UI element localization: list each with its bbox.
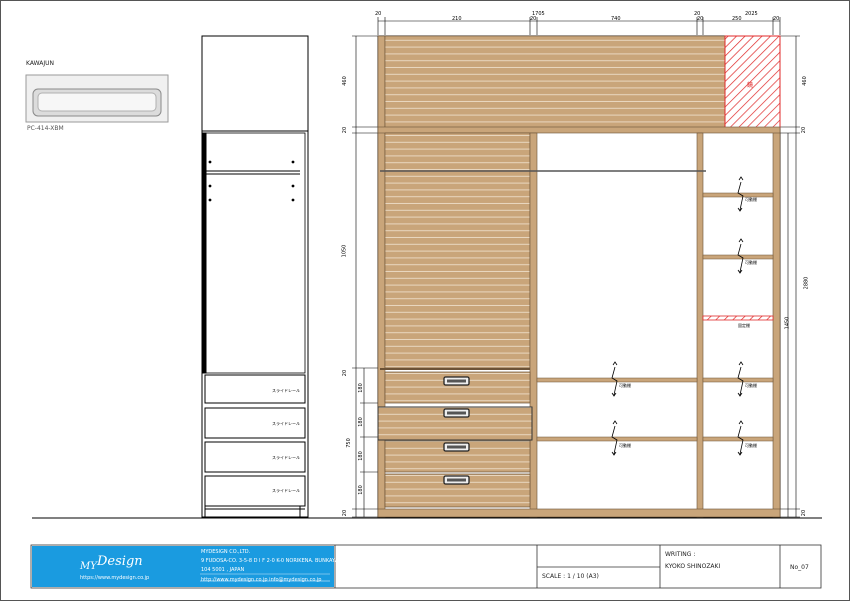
movable-label-6: 可動棚 <box>619 443 631 448</box>
dim-right-3: 1450 <box>784 316 791 330</box>
company-web[interactable]: http://www.mydesign.co.jp info@mydesign.… <box>201 576 321 585</box>
pull-handle-sample <box>25 74 169 123</box>
slide-rail-label-1: スライドレール <box>272 388 300 393</box>
shelf-pin-holes <box>208 160 295 202</box>
dim-top-4: 20 <box>530 16 537 22</box>
dim-right-2: 2880 <box>803 276 810 290</box>
scale-text: SCALE : 1 / 10 (A3) <box>542 573 599 580</box>
writer-name: KYOKO SHINOZAKI <box>665 563 721 570</box>
writing-label: WRITING : <box>665 551 696 558</box>
slide-rail-label-4: スライドレール <box>272 488 300 493</box>
left-dimension-lines <box>352 35 378 518</box>
dim-left-0: 460 <box>341 76 348 86</box>
slide-rail-label-2: スライドレール <box>272 421 300 426</box>
movable-label-3: 可動棚 <box>745 383 757 388</box>
top-dimension-line <box>377 17 781 35</box>
dim-left-6: 180 <box>357 451 364 461</box>
mirror-label: 鏡 <box>747 82 754 89</box>
dim-top-6: 20 <box>697 16 704 22</box>
dim-left-9: 20 <box>342 509 349 517</box>
dim-left-4: 180 <box>357 383 364 393</box>
left-tall-door <box>384 132 531 369</box>
dim-left-2: 1050 <box>341 244 348 258</box>
dim-left-8: 750 <box>345 438 352 448</box>
dim-top-7: 250 <box>732 16 742 22</box>
drawers <box>377 371 533 508</box>
movable-label-1: 可動棚 <box>745 197 757 202</box>
logo-prefix: MY <box>80 561 97 572</box>
hardware-model: PC-414-XBM <box>27 125 64 132</box>
slide-rail-label-3: スライドレール <box>272 455 300 460</box>
dim-left-5: 180 <box>357 417 364 427</box>
dim-top-5: 740 <box>611 16 621 22</box>
dim-top-3: 210 <box>452 16 462 22</box>
dim-top-8: 20 <box>773 16 780 22</box>
hardware-brand: KAWAJUN <box>26 60 54 67</box>
side-section-view <box>201 35 309 518</box>
company-address-1: 9 FUDOSA-CO. 3-5-8 D I F 2-0 K-0 NORIKEN… <box>201 558 368 564</box>
dim-left-3: 20 <box>342 369 349 377</box>
fixed-label: 固定棚 <box>738 323 750 328</box>
upper-door-panel <box>384 35 726 129</box>
movable-label-2: 可動棚 <box>745 260 757 265</box>
dim-right-0: 460 <box>801 76 808 86</box>
dim-left-7: 180 <box>357 485 364 495</box>
company-name: MYDESIGN CO.,LTD. <box>201 549 251 555</box>
company-address-2: 104 5001 , JAPAN <box>201 567 245 573</box>
dim-right-1: 20 <box>801 126 808 134</box>
movable-label-4: 可動棚 <box>745 443 757 448</box>
logo-url[interactable]: https://www.mydesign.co.jp <box>80 575 149 581</box>
dim-top-9: 2025 <box>745 11 758 17</box>
logo-main: Design <box>97 554 143 569</box>
dim-right-4: 20 <box>801 509 808 517</box>
drawing-canvas <box>25 17 822 589</box>
movable-label-5: 可動棚 <box>619 383 631 388</box>
dim-left-1: 20 <box>342 126 349 134</box>
dim-top-0: 20 <box>375 11 382 17</box>
sheet-number: No_07 <box>790 564 809 571</box>
right-dimension-lines <box>780 35 800 518</box>
